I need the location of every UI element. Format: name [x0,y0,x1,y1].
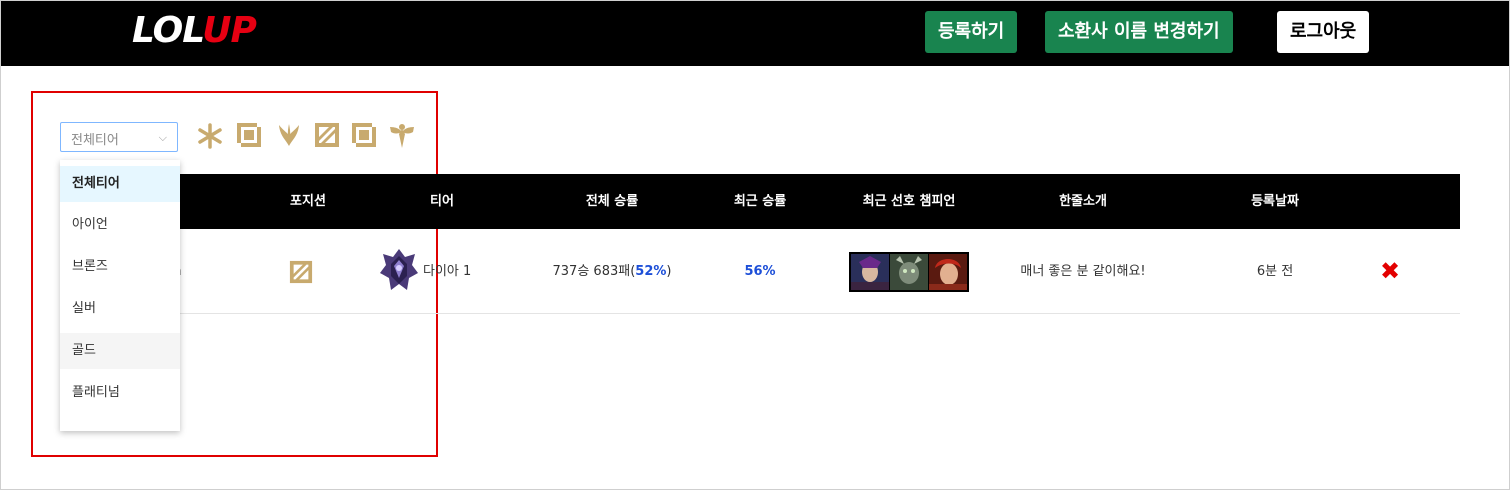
logout-button[interactable]: 로그아웃 [1277,11,1370,53]
tier-option-platinum[interactable]: 플래티넘 [60,375,180,411]
diamond-emblem-icon [380,249,418,290]
intro-text: 매너 좋은 분 같이해요! [1020,264,1146,279]
th-tier[interactable]: 티어 [392,174,492,229]
th-recent-winrate[interactable]: 최근 승률 [710,174,810,229]
champion-1-icon[interactable] [851,254,889,290]
th-intro: 한줄소개 [1059,194,1107,209]
tier-option-bronze[interactable]: 브론즈 [60,249,180,285]
row-position [289,230,315,313]
rename-summoner-button[interactable]: 소환사 이름 변경하기 [1045,11,1233,53]
tier-select-value: 전체티어 [71,133,119,148]
registered-date: 6분 전 [1256,264,1294,279]
tier-option-all[interactable]: 전체티어 [60,166,180,202]
register-button[interactable]: 등록하기 [925,11,1018,53]
tier-label: 다이아 1 [423,264,472,279]
th-recent-champions: 최근 선호 챔피언 [862,194,956,209]
recent-champions [849,252,969,292]
th-position[interactable]: 포지션 [258,174,358,229]
win-loss-record: 737승 683패( [552,264,636,279]
bottom-lane-icon [289,260,313,284]
table-row[interactable]: bush 다이아 1 737승 683패(52%) 56% 매너 좋은 분 같이… [60,230,1460,314]
utility-icon[interactable] [388,122,416,150]
recent-winrate: 56% [744,264,776,279]
record-close: ) [666,264,672,279]
jungle-icon[interactable] [236,122,262,148]
logo-main: LOL [132,10,203,51]
tier-select[interactable]: 전체티어 ⌵ [60,122,178,152]
scrollbar-track[interactable] [1499,66,1509,488]
close-icon[interactable]: ✖ [1380,259,1400,283]
champion-2-icon[interactable] [890,254,928,290]
tier-dropdown-menu: 전체티어 아이언 브론즈 실버 골드 플래티넘 [60,160,180,431]
overall-winrate-value: 52% [635,264,667,279]
table-header: 포지션 티어 전체 승률 최근 승률 최근 선호 챔피언 한줄소개 등록날짜 [60,174,1460,229]
mid-lane-icon[interactable] [276,122,302,148]
tier-option-iron[interactable]: 아이언 [60,207,180,243]
tier-option-gold[interactable]: 골드 [60,333,180,369]
logo-accent: UP [202,10,257,51]
champion-3-icon[interactable] [929,254,967,290]
top-navbar: LOLUP 등록하기 소환사 이름 변경하기 로그아웃 [1,1,1509,66]
logo[interactable]: LOLUP [132,10,257,51]
support-icon[interactable] [351,122,377,148]
overall-winrate: 737승 683패(52%) [532,230,692,313]
row-tier: 다이아 1 [376,230,496,313]
th-overall-winrate[interactable]: 전체 승률 [542,174,682,229]
bottom-lane-icon[interactable] [314,122,340,148]
chevron-down-icon: ⌵ [158,131,167,144]
top-lane-icon[interactable] [196,122,224,150]
tier-option-silver[interactable]: 실버 [60,291,180,327]
th-date[interactable]: 등록날짜 [1225,174,1325,229]
